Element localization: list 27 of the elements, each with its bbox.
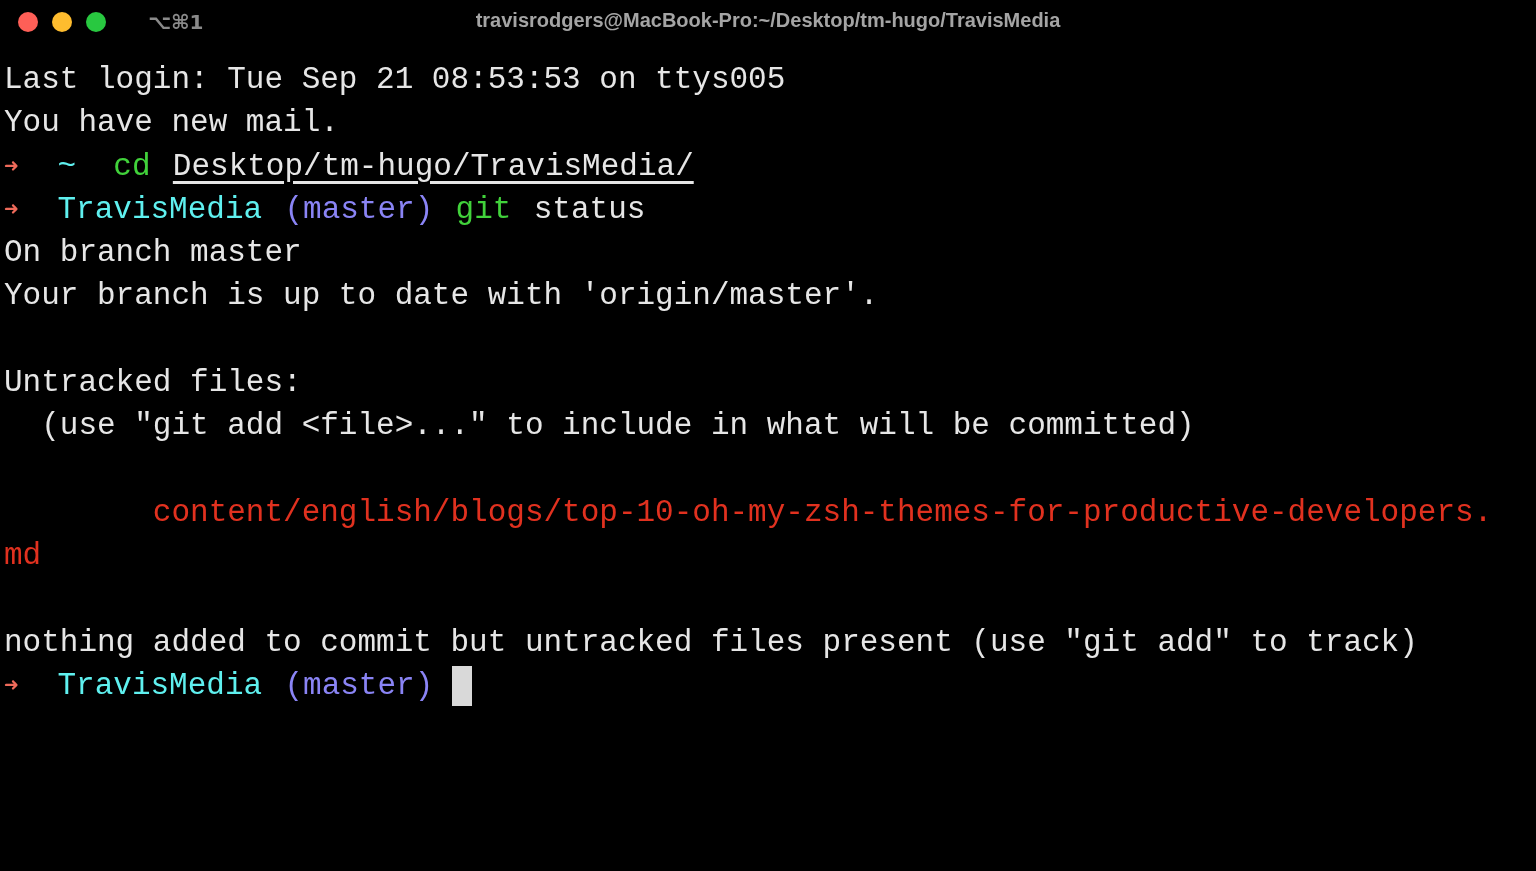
branch-name: (master) <box>284 190 434 229</box>
path-text: Desktop/tm-hugo/TravisMedia/ <box>172 147 694 186</box>
zoom-button[interactable] <box>86 12 106 32</box>
command-text: git <box>455 190 512 229</box>
output-text: Untracked files: <box>4 364 302 403</box>
directory-name: TravisMedia <box>57 667 263 706</box>
output-text: Your branch is up to date with 'origin/master'. <box>4 277 879 316</box>
branch-name: (master) <box>284 667 434 706</box>
prompt-arrow: ➜ <box>4 150 19 182</box>
file-path: md <box>4 537 42 576</box>
prompt-arrow: ➜ <box>4 193 19 225</box>
window-title: travisrodgers@MacBook-Pro:~/Desktop/tm-hugo/TravisMedia <box>475 9 1061 32</box>
minimize-button[interactable] <box>52 12 72 32</box>
shortcut-label: ⌥⌘1 <box>148 10 204 34</box>
directory-name: ~ <box>57 147 77 186</box>
output-text: Last login: Tue Sep 21 08:53:53 on ttys005 <box>4 61 786 99</box>
output-text: status <box>533 190 646 229</box>
output-text: On branch master <box>4 234 302 273</box>
prompt-arrow: ➜ <box>4 670 19 702</box>
output-text: nothing added to commit but untracked files present (use "git add" to track) <box>4 623 1418 662</box>
text-cursor <box>451 665 472 706</box>
file-path: content/english/blogs/top-10-oh-my-zsh-themes-for-productive-developers. <box>151 493 1493 532</box>
output-text: You have new mail. <box>4 104 339 143</box>
command-text: cd <box>113 147 151 186</box>
output-text: (use "git add <file>..." to include in what will be committed) <box>40 407 1195 446</box>
close-button[interactable] <box>18 12 38 32</box>
directory-name: TravisMedia <box>57 190 263 229</box>
